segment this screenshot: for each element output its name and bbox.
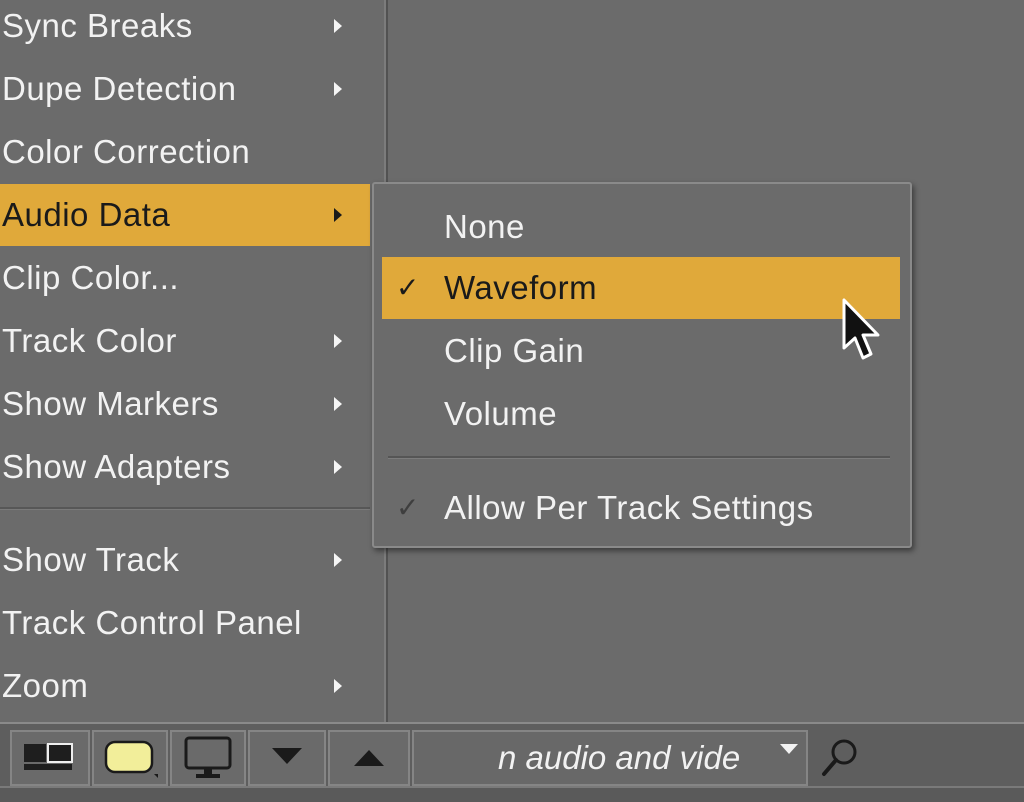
submenu-item-label: None: [444, 208, 525, 245]
submenu-arrow-icon: [334, 460, 342, 474]
clip-color-swatch-icon: [104, 740, 158, 778]
move-up-button[interactable]: [328, 730, 410, 786]
submenu-arrow-icon: [334, 208, 342, 222]
submenu-item-label: Waveform: [444, 269, 598, 306]
menu-item-label: Show Track: [2, 541, 180, 578]
checkmark-icon: ✓: [396, 492, 420, 523]
menu-item-label: Show Markers: [2, 385, 219, 422]
submenu-item-volume[interactable]: Volume: [382, 383, 900, 445]
submenu-item-label: Allow Per Track Settings: [444, 489, 814, 526]
submenu-arrow-icon: [334, 334, 342, 348]
menu-item-track-color[interactable]: Track Color: [0, 310, 370, 372]
clip-color-button[interactable]: [92, 730, 168, 786]
down-arrow-icon: [272, 748, 302, 764]
submenu-arrow-icon: [334, 553, 342, 567]
submenu-arrow-icon: [334, 397, 342, 411]
menu-item-label: Track Control Panel: [2, 604, 302, 641]
search-input[interactable]: n audio and vide: [498, 732, 740, 784]
menu-item-zoom[interactable]: Zoom: [0, 655, 370, 717]
audio-data-submenu: None ✓ Waveform Clip Gain Volume ✓ Allow…: [372, 182, 912, 548]
menu-item-label: Audio Data: [2, 196, 171, 233]
menu-item-label: Zoom: [2, 667, 89, 704]
submenu-separator: [388, 456, 890, 459]
menu-item-label: Dupe Detection: [2, 70, 237, 107]
menu-item-label: Track Color: [2, 322, 177, 359]
submenu-arrow-icon: [334, 679, 342, 693]
submenu-arrow-icon: [334, 82, 342, 96]
menu-separator: [0, 507, 370, 510]
menu-item-label: Sync Breaks: [2, 7, 193, 44]
monitor-layout-icon: [24, 743, 73, 770]
submenu-item-none[interactable]: None: [382, 196, 900, 258]
checkmark-icon: ✓: [396, 272, 420, 303]
menu-item-dupe-detection[interactable]: Dupe Detection: [0, 58, 370, 120]
mouse-cursor-icon: [842, 298, 880, 360]
submenu-item-clip-gain[interactable]: Clip Gain: [382, 320, 900, 382]
menu-item-label: Color Correction: [2, 133, 251, 170]
display-button[interactable]: [170, 730, 246, 786]
menu-item-show-markers[interactable]: Show Markers: [0, 373, 370, 435]
layout-button[interactable]: [10, 730, 90, 786]
search-field[interactable]: n audio and vide: [412, 730, 808, 786]
menu-item-label: Clip Color...: [2, 259, 180, 296]
submenu-item-label: Clip Gain: [444, 332, 585, 369]
submenu-item-label: Volume: [444, 395, 558, 432]
menu-item-sync-breaks[interactable]: Sync Breaks: [0, 0, 370, 57]
submenu-item-waveform[interactable]: ✓ Waveform: [382, 257, 900, 319]
move-down-button[interactable]: [248, 730, 326, 786]
submenu-arrow-icon: [334, 19, 342, 33]
display-icon: [184, 736, 232, 778]
submenu-item-allow-per-track-settings[interactable]: ✓ Allow Per Track Settings: [382, 477, 900, 539]
search-button[interactable]: [810, 730, 872, 786]
menu-item-track-control-panel[interactable]: Track Control Panel: [0, 592, 370, 654]
menu-item-audio-data[interactable]: Audio Data: [0, 184, 370, 246]
dropdown-arrow-icon[interactable]: [780, 744, 798, 754]
menu-item-color-correction[interactable]: Color Correction: [0, 121, 370, 183]
menu-item-clip-color[interactable]: Clip Color...: [0, 247, 370, 309]
search-icon: [822, 739, 857, 776]
menu-item-label: Show Adapters: [2, 448, 231, 485]
context-menu: Sync Breaks Dupe Detection Color Correct…: [0, 0, 386, 722]
menu-item-show-track[interactable]: Show Track: [0, 529, 370, 591]
up-arrow-icon: [354, 750, 384, 766]
menu-item-show-adapters[interactable]: Show Adapters: [0, 436, 370, 498]
